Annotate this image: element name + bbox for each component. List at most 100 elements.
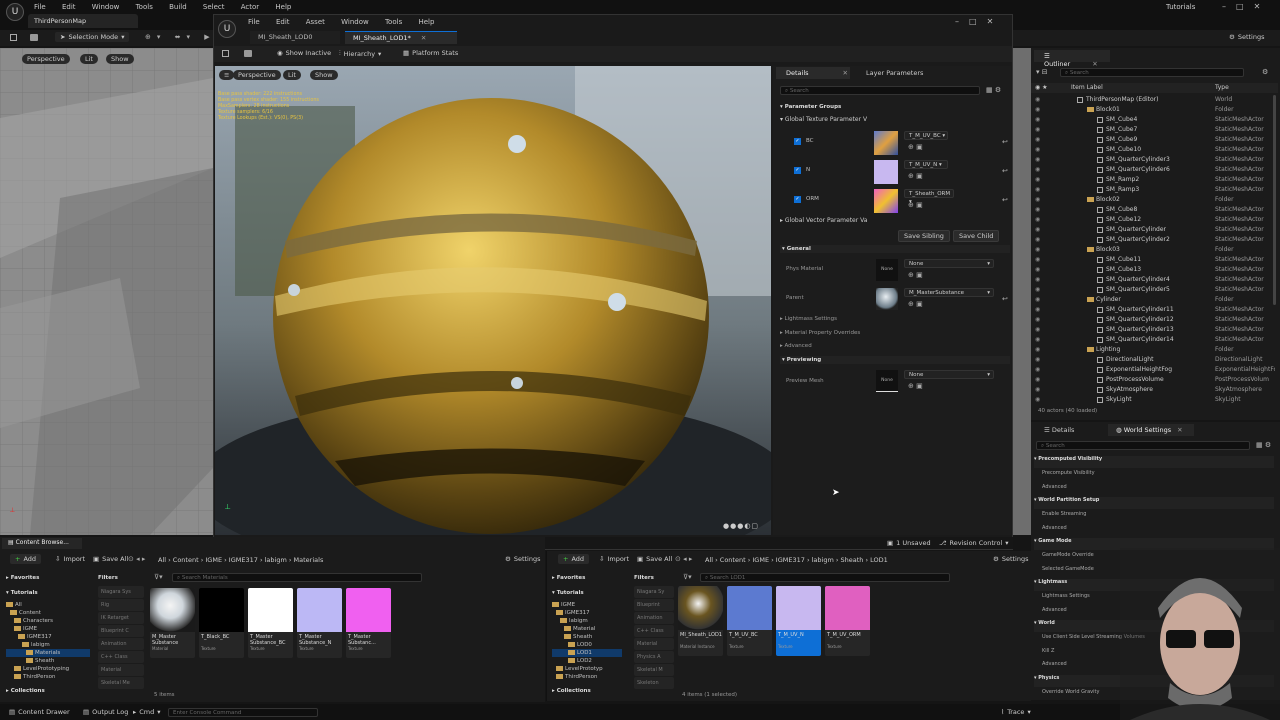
visibility-eye-icon[interactable]: ◉ — [1035, 136, 1040, 143]
cb1-favorites[interactable]: ▸ Favorites — [6, 575, 39, 581]
filter-chip[interactable]: Blueprint C — [98, 625, 144, 637]
visibility-eye-icon[interactable]: ◉ — [1035, 286, 1040, 293]
crumb[interactable]: labigm — [812, 556, 834, 564]
level-viewport[interactable]: Perspective Lit Show ⟂ — [0, 48, 213, 535]
folder-tree-item[interactable]: All — [6, 601, 90, 609]
asset-tile[interactable]: T_Master Substance_BC Texture — [248, 588, 293, 658]
cb1-save-all-button[interactable]: ▣ Save All — [88, 554, 133, 564]
world-search[interactable]: ⌕ Search — [1036, 441, 1250, 450]
crumb[interactable]: All — [158, 556, 166, 564]
filter-chip[interactable]: Animation — [634, 612, 674, 624]
cb2-filter-icon[interactable]: ⊽▾ — [683, 573, 692, 581]
visibility-eye-icon[interactable]: ◉ — [1035, 236, 1040, 243]
tab-close-icon[interactable]: ✕ — [421, 34, 426, 42]
preview-mesh-dropdown[interactable]: None ▾ — [904, 370, 994, 379]
world-settings-close-icon[interactable]: ✕ — [1177, 426, 1182, 434]
material-preview-viewport[interactable]: ≡ Perspective Lit Show Base pass shader:… — [215, 66, 771, 535]
menu-select[interactable]: Select — [203, 3, 225, 11]
folder-tree-item[interactable]: Content — [6, 609, 90, 617]
outliner-row[interactable]: ◉ ExponentialHeightFog ExponentialHeightFo… — [1031, 365, 1278, 375]
crumb[interactable]: IGME — [205, 556, 222, 564]
world-property-row[interactable]: Enable Streaming — [1034, 511, 1274, 523]
menu-window[interactable]: Window — [92, 3, 120, 11]
outliner-row[interactable]: ◉ SM_QuarterCylinder2 StaticMeshActor — [1031, 235, 1278, 245]
folder-tree-item[interactable]: labigm — [552, 617, 622, 625]
filter-chip[interactable]: Material — [98, 664, 144, 676]
crumb[interactable]: Content — [720, 556, 746, 564]
visibility-eye-icon[interactable]: ◉ — [1035, 386, 1040, 393]
content-drawer-button[interactable]: ▤ Content Drawer — [4, 707, 75, 717]
cb1-nav-icons[interactable]: ⊙ ◂ ▸ — [128, 555, 145, 563]
unsaved-indicator[interactable]: ▣ 1 Unsaved — [882, 538, 936, 548]
folder-tree-item[interactable]: Sheath — [552, 633, 622, 641]
level-vp-show-button[interactable]: Show — [106, 54, 134, 64]
layer-params-tab[interactable]: Layer Parameters — [856, 67, 946, 79]
outliner-tab[interactable]: ☰ Outliner ✕ — [1034, 50, 1110, 68]
cb2-import-button[interactable]: ⇩ Import — [594, 554, 634, 564]
world-details-tab[interactable]: ☰ Details — [1034, 424, 1104, 436]
crumb[interactable]: IGME — [752, 556, 769, 564]
menu-help[interactable]: Help — [275, 3, 291, 11]
visibility-eye-icon[interactable]: ◉ — [1035, 336, 1040, 343]
mat-vp-perspective-button[interactable]: Perspective — [233, 70, 281, 80]
outliner-row[interactable]: ◉ SM_QuarterCylinder5 StaticMeshActor — [1031, 285, 1278, 295]
mat-maximize-icon[interactable]: □ — [969, 17, 987, 26]
mat-overrides-row[interactable]: ▸ Material Property Overrides — [780, 330, 860, 336]
map-tab[interactable]: ThirdPersonMap — [28, 14, 138, 28]
save-child-button[interactable]: Save Child — [953, 230, 1000, 242]
outliner-row[interactable]: ◉ SkyAtmosphere SkyAtmosphere — [1031, 385, 1278, 395]
global-vec-group[interactable]: ▸ Global Vector Parameter Va — [780, 217, 867, 224]
save-sibling-button[interactable]: Save Sibling — [898, 230, 950, 242]
cb2-save-all-button[interactable]: ▣ Save All — [632, 554, 677, 564]
details-tab-close-icon[interactable]: ✕ — [843, 69, 848, 77]
visibility-eye-icon[interactable]: ◉ — [1035, 346, 1040, 353]
advanced-row[interactable]: ▸ Advanced — [780, 343, 812, 349]
mat-tab-lod0[interactable]: MI_Sheath_LOD0 — [250, 31, 340, 44]
global-tex-group[interactable]: ▾ Global Texture Parameter V — [780, 116, 867, 123]
mat-details-search[interactable]: ⌕ Search — [780, 86, 980, 95]
cb1-filter-icon[interactable]: ⊽▾ — [154, 573, 163, 581]
console-input[interactable]: Enter Console Command — [168, 708, 318, 717]
filter-chip[interactable]: Niagara Sy — [634, 586, 674, 598]
filter-chip[interactable]: Animation — [98, 638, 144, 650]
tex-asset-dropdown[interactable]: T_Sheath_ORM ▾ — [904, 189, 954, 205]
folder-tree-item[interactable]: LOD2 — [552, 657, 622, 665]
outliner-row[interactable]: ◉ DirectionalLight DirectionalLight — [1031, 355, 1278, 365]
visibility-eye-icon[interactable]: ◉ — [1035, 226, 1040, 233]
mat-vp-show-button[interactable]: Show — [310, 70, 338, 80]
preview-shape-buttons[interactable]: ●●●◐▢ — [723, 522, 759, 530]
menu-edit[interactable]: Edit — [62, 3, 76, 11]
platform-stats-button[interactable]: ▦ Platform Stats — [398, 48, 463, 58]
parent-thumb[interactable] — [876, 288, 898, 310]
general-header[interactable]: ▾ General — [780, 245, 1010, 253]
visibility-eye-icon[interactable]: ◉ — [1035, 266, 1040, 273]
menu-file[interactable]: File — [34, 3, 46, 11]
tex-asset-dropdown[interactable]: T_M_UV_N ▾ — [904, 160, 948, 169]
asset-tile[interactable]: T_Black_BC Texture — [199, 588, 244, 658]
outliner-row[interactable]: ◉ Block03 Folder — [1031, 245, 1278, 255]
mat-details-tab[interactable]: Details ✕ — [776, 67, 850, 79]
cb2-search[interactable]: ⌕ Search LOD1 — [700, 573, 950, 582]
menu-build[interactable]: Build — [169, 3, 187, 11]
tex-thumb-n[interactable] — [874, 160, 898, 184]
crumb[interactable]: Sheath — [841, 556, 864, 564]
phys-material-dropdown[interactable]: None ▾ — [904, 259, 994, 268]
cb2-nav-icons[interactable]: ⊙ ◂ ▸ — [675, 555, 692, 563]
outliner-row[interactable]: ◉ SM_QuarterCylinder4 StaticMeshActor — [1031, 275, 1278, 285]
level-vp-lit-button[interactable]: Lit — [80, 54, 98, 64]
mat-menu-edit[interactable]: Edit — [276, 18, 290, 26]
visibility-eye-icon[interactable]: ◉ — [1035, 296, 1040, 303]
crumb[interactable]: IGME317 — [776, 556, 805, 564]
tex-param-checkbox[interactable]: ✓ — [794, 167, 801, 174]
cb2-filters-header[interactable]: Filters — [634, 575, 654, 581]
folder-tree-item[interactable]: Characters — [6, 617, 90, 625]
visibility-eye-icon[interactable]: ◉ — [1035, 106, 1040, 113]
outliner-row[interactable]: ◉ SM_QuarterCylinder14 StaticMeshActor — [1031, 335, 1278, 345]
cb2-collections[interactable]: ▸ Collections — [552, 688, 591, 694]
visibility-eye-icon[interactable]: ◉ — [1035, 326, 1040, 333]
tex-param-checkbox[interactable]: ✓ — [794, 196, 801, 203]
filter-chip[interactable]: Skeleton — [634, 677, 674, 689]
menu-tools[interactable]: Tools — [136, 3, 153, 11]
outliner-row[interactable]: ◉ ThirdPersonMap (Editor) World — [1031, 95, 1278, 105]
outliner-row[interactable]: ◉ SM_Cube4 StaticMeshActor — [1031, 115, 1278, 125]
